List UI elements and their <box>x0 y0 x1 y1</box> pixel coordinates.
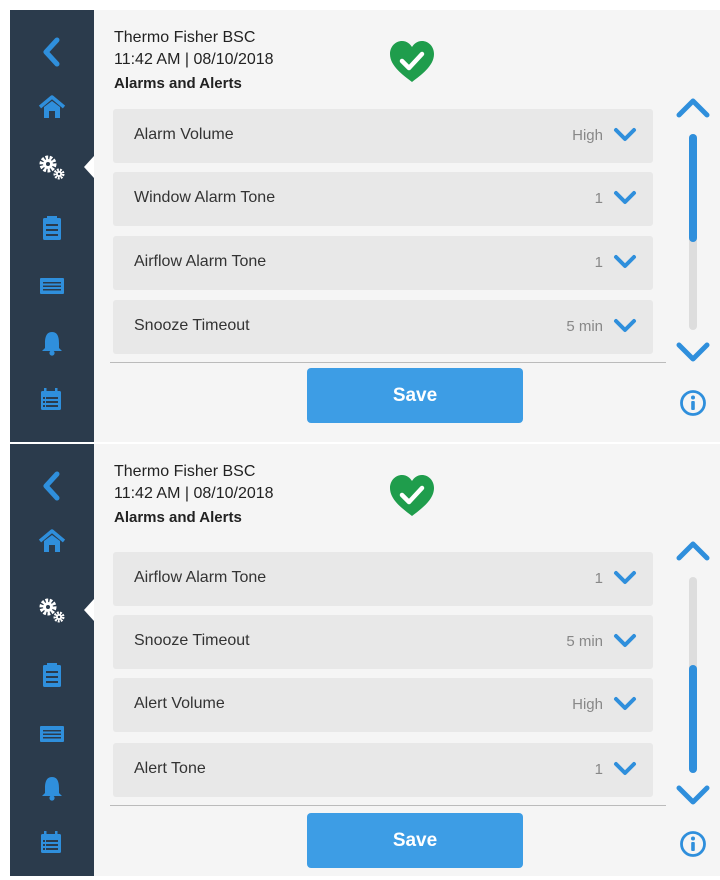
time-date: 11:42 AM | 08/10/2018 <box>114 51 274 68</box>
scroll-up-chevron-icon[interactable] <box>676 97 710 124</box>
scrollbar[interactable] <box>689 577 697 773</box>
divider <box>110 805 666 806</box>
scroll-up-chevron-icon[interactable] <box>676 540 710 567</box>
item-label: Snooze Timeout <box>134 632 250 649</box>
bell-icon[interactable] <box>10 768 94 808</box>
item-label: Airflow Alarm Tone <box>134 253 267 270</box>
time-date: 11:42 AM | 08/10/2018 <box>114 485 274 502</box>
active-nav-indicator <box>84 599 94 621</box>
chevron-down-icon[interactable] <box>613 318 637 339</box>
chevron-down-icon[interactable] <box>613 254 637 275</box>
gears-icon[interactable] <box>10 147 94 187</box>
heart-check-icon <box>388 40 436 89</box>
chevron-down-icon[interactable] <box>613 190 637 211</box>
bell-icon[interactable] <box>10 323 94 363</box>
list-item[interactable]: Alert Volume High <box>113 678 653 732</box>
scroll-down-chevron-icon[interactable] <box>676 341 710 368</box>
item-label: Airflow Alarm Tone <box>134 569 267 586</box>
home-icon[interactable] <box>10 521 94 561</box>
sidebar <box>10 444 94 876</box>
item-value: 1 <box>594 761 603 778</box>
item-label: Snooze Timeout <box>134 317 250 334</box>
gears-icon[interactable] <box>10 590 94 630</box>
item-value: High <box>572 127 603 144</box>
item-value: High <box>572 696 603 713</box>
active-nav-indicator <box>84 156 94 178</box>
page-title: Alarms and Alerts <box>114 75 242 92</box>
list-item[interactable]: Airflow Alarm Tone 1 <box>113 236 653 290</box>
scrollbar-thumb[interactable] <box>689 134 697 242</box>
list-item[interactable]: Snooze Timeout 5 min <box>113 615 653 669</box>
item-value: 1 <box>594 190 603 207</box>
item-label: Window Alarm Tone <box>134 189 276 206</box>
calendar-list-icon[interactable] <box>10 379 94 419</box>
info-icon[interactable] <box>679 830 707 863</box>
chevron-down-icon[interactable] <box>613 570 637 591</box>
device-name: Thermo Fisher BSC <box>114 463 256 480</box>
heart-check-icon <box>388 474 436 523</box>
settings-screen-2: Thermo Fisher BSC 11:42 AM | 08/10/2018 … <box>10 444 720 876</box>
sidebar <box>10 10 94 442</box>
list-item[interactable]: Snooze Timeout 5 min <box>113 300 653 354</box>
page-title: Alarms and Alerts <box>114 509 242 526</box>
filter-icon[interactable] <box>10 266 94 306</box>
item-label: Alarm Volume <box>134 126 234 143</box>
list-item[interactable]: Alert Tone 1 <box>113 743 653 797</box>
divider <box>110 362 666 363</box>
item-label: Alert Volume <box>134 695 225 712</box>
filter-icon[interactable] <box>10 714 94 754</box>
chevron-down-icon[interactable] <box>613 633 637 654</box>
info-icon[interactable] <box>679 389 707 422</box>
clipboard-icon[interactable] <box>10 655 94 695</box>
calendar-list-icon[interactable] <box>10 822 94 862</box>
back-arrow-icon[interactable] <box>10 466 94 506</box>
scrollbar-thumb[interactable] <box>689 665 697 773</box>
chevron-down-icon[interactable] <box>613 696 637 717</box>
chevron-down-icon[interactable] <box>613 127 637 148</box>
home-icon[interactable] <box>10 87 94 127</box>
clipboard-icon[interactable] <box>10 208 94 248</box>
item-value: 5 min <box>566 633 603 650</box>
scroll-down-chevron-icon[interactable] <box>676 784 710 811</box>
back-arrow-icon[interactable] <box>10 32 94 72</box>
list-item[interactable]: Airflow Alarm Tone 1 <box>113 552 653 606</box>
scrollbar[interactable] <box>689 134 697 330</box>
save-button[interactable]: Save <box>307 813 523 868</box>
list-item[interactable]: Window Alarm Tone 1 <box>113 172 653 226</box>
item-label: Alert Tone <box>134 760 206 777</box>
item-value: 5 min <box>566 318 603 335</box>
item-value: 1 <box>594 570 603 587</box>
item-value: 1 <box>594 254 603 271</box>
settings-screen-1: Thermo Fisher BSC 11:42 AM | 08/10/2018 … <box>10 10 720 442</box>
device-name: Thermo Fisher BSC <box>114 29 256 46</box>
list-item[interactable]: Alarm Volume High <box>113 109 653 163</box>
save-button[interactable]: Save <box>307 368 523 423</box>
chevron-down-icon[interactable] <box>613 761 637 782</box>
